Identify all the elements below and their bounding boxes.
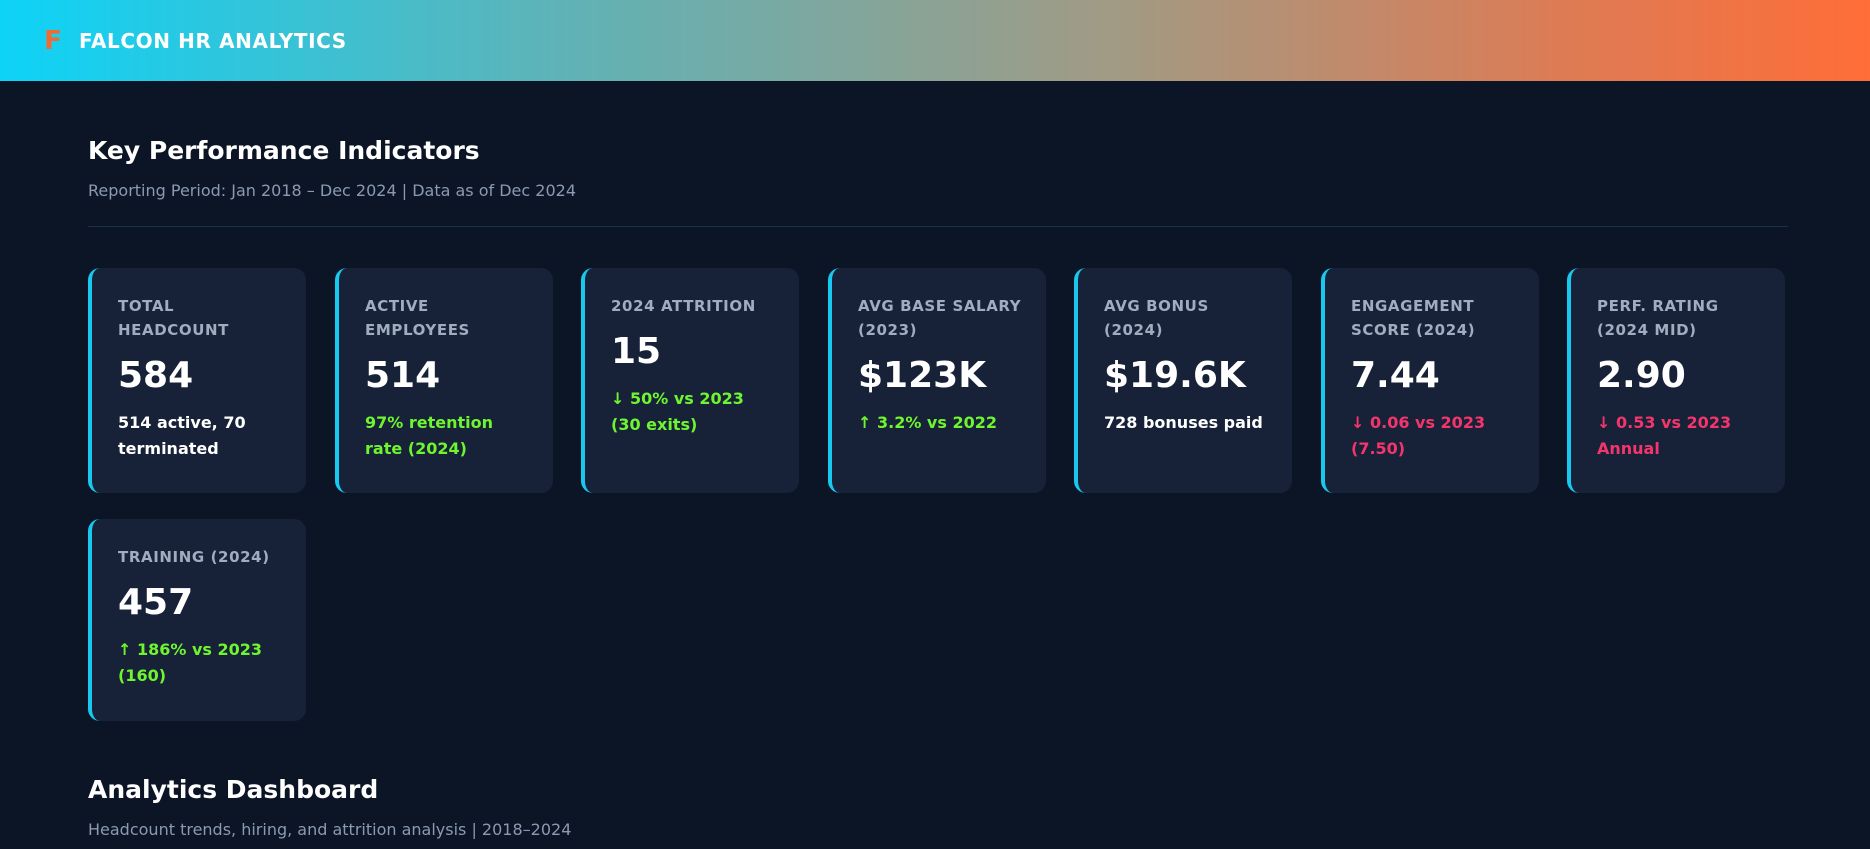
kpi-label: TOTAL HEADCOUNT (118, 297, 229, 339)
kpi-value: $123K (858, 355, 987, 396)
kpi-section-title: Key Performance Indicators (88, 136, 480, 165)
kpi-label: AVG BONUS (2024) (1104, 297, 1209, 339)
kpi-label: ENGAGEMENT SCORE (2024) (1351, 297, 1476, 339)
kpi-label: 2024 ATTRITION (611, 297, 756, 315)
analytics-section-header: Analytics Dashboard Headcount trends, hi… (88, 775, 1788, 839)
kpi-note: ↑ 186% vs 2023 (160) (118, 640, 263, 685)
analytics-section-title: Analytics Dashboard (88, 775, 379, 804)
kpi-value: 7.44 (1351, 355, 1440, 396)
brand-name[interactable]: FALCON HR ANALYTICS (79, 29, 347, 53)
kpi-card-avg-bonus[interactable]: AVG BONUS (2024) $19.6K 728 bonuses paid (1074, 268, 1292, 493)
kpi-note: ↓ 50% vs 2023 (30 exits) (611, 389, 744, 434)
kpi-card-avg-base-salary[interactable]: AVG BASE SALARY (2023) $123K ↑ 3.2% vs 2… (828, 268, 1046, 493)
kpi-note: ↑ 3.2% vs 2022 (858, 413, 997, 432)
kpi-section-subtitle: Reporting Period: Jan 2018 – Dec 2024 | … (88, 181, 576, 200)
kpi-section-header: Key Performance Indicators Reporting Per… (88, 136, 1788, 200)
kpi-label: TRAINING (2024) (118, 548, 270, 566)
kpi-note: 97% retention rate (2024) (365, 413, 494, 458)
kpi-note: 728 bonuses paid (1104, 413, 1263, 432)
kpi-label: AVG BASE SALARY (2023) (858, 297, 1022, 339)
kpi-label: PERF. RATING (2024 MID) (1597, 297, 1719, 339)
kpi-card-training[interactable]: TRAINING (2024) 457 ↑ 186% vs 2023 (160) (88, 519, 306, 721)
kpi-label: ACTIVE EMPLOYEES (365, 297, 470, 339)
kpi-note: ↓ 0.06 vs 2023 (7.50) (1351, 413, 1486, 458)
kpi-card-attrition[interactable]: 2024 ATTRITION 15 ↓ 50% vs 2023 (30 exit… (581, 268, 799, 493)
kpi-value: 457 (118, 582, 194, 623)
kpi-value: $19.6K (1104, 355, 1246, 396)
kpi-card-total-headcount[interactable]: TOTAL HEADCOUNT 584 514 active, 70 termi… (88, 268, 306, 493)
kpi-value: 2.90 (1597, 355, 1686, 396)
analytics-section-subtitle: Headcount trends, hiring, and attrition … (88, 820, 572, 839)
kpi-value: 514 (365, 355, 441, 396)
kpi-card-perf-rating[interactable]: PERF. RATING (2024 MID) 2.90 ↓ 0.53 vs 2… (1567, 268, 1785, 493)
kpi-value: 584 (118, 355, 194, 396)
kpi-value: 15 (611, 331, 662, 372)
falcon-logo-icon[interactable]: F (41, 26, 65, 56)
kpi-card-engagement-score[interactable]: ENGAGEMENT SCORE (2024) 7.44 ↓ 0.06 vs 2… (1321, 268, 1539, 493)
kpi-note: 514 active, 70 terminated (118, 413, 246, 458)
kpi-note: ↓ 0.53 vs 2023 Annual (1597, 413, 1732, 458)
top-header-bar: F FALCON HR ANALYTICS (0, 0, 1870, 81)
section-divider (88, 226, 1788, 227)
kpi-card-active-employees[interactable]: ACTIVE EMPLOYEES 514 97% retention rate … (335, 268, 553, 493)
